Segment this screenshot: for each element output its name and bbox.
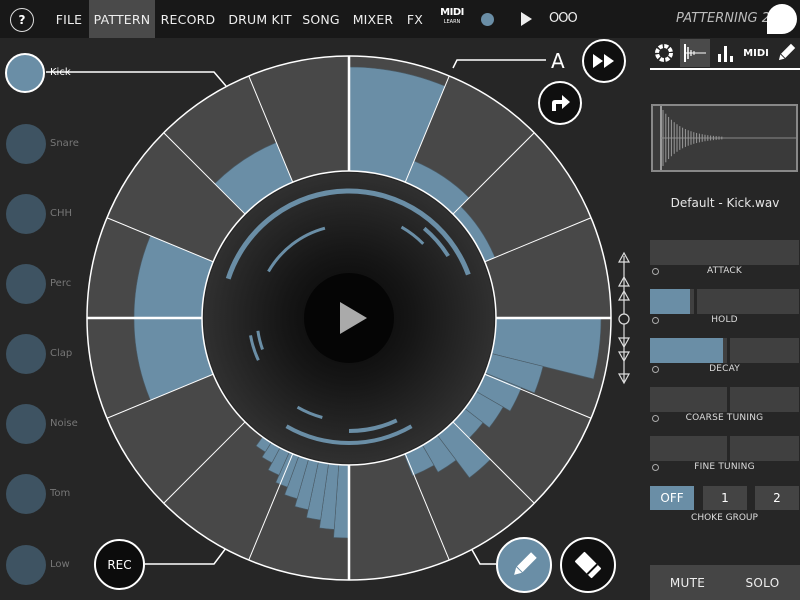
attack-slider[interactable] [650, 240, 799, 265]
midi-icon: MIDI [743, 47, 769, 59]
hold-label: HOLD [711, 315, 738, 325]
solo-button[interactable]: SOLO [725, 565, 800, 600]
tabs-underline [650, 68, 800, 70]
waveform-display[interactable] [651, 104, 798, 172]
coarse-tuning-slider[interactable] [650, 387, 799, 412]
waveform-tab[interactable] [680, 39, 710, 67]
choke-off-button[interactable]: OFF [650, 486, 694, 510]
decay-slider-divider [727, 338, 730, 363]
midi-tab[interactable]: MIDI [741, 39, 771, 67]
choke-2-button[interactable]: 2 [755, 486, 799, 510]
fast-forward-icon [593, 54, 614, 68]
pattern-connector-line [452, 59, 546, 69]
eraser-icon [574, 551, 602, 579]
waveform-icon [684, 44, 706, 62]
choke-1-button[interactable]: 1 [703, 486, 747, 510]
attack-label: ATTACK [707, 266, 742, 276]
decay-slider[interactable] [650, 338, 799, 363]
decay-fill [650, 338, 723, 363]
hold-fill [650, 289, 691, 314]
ring-icon [655, 44, 673, 62]
pencil-icon [778, 43, 796, 61]
pencil-tool-button[interactable] [496, 537, 552, 593]
pencil-connector-line [470, 547, 496, 565]
pattern-label: A [551, 49, 565, 73]
pencil-icon [514, 552, 537, 575]
rec-connector-line [145, 547, 227, 565]
ring-tab[interactable] [650, 39, 678, 67]
center-handle-icon[interactable] [618, 313, 630, 325]
edit-tab[interactable] [772, 39, 800, 67]
mute-solo-bar: MUTE SOLO [650, 565, 800, 600]
velocity-nudge-controls[interactable] [612, 248, 642, 388]
hold-slider-divider [694, 289, 697, 314]
coarse-tuning-slider-divider [727, 387, 730, 412]
mute-button[interactable]: MUTE [650, 565, 725, 600]
fine-tuning-slider-divider [727, 436, 730, 461]
next-pattern-button[interactable] [538, 81, 582, 125]
sample-name[interactable]: Default - Kick.wav [650, 196, 800, 210]
eraser-tool-button[interactable] [560, 537, 616, 593]
fine-tuning-slider[interactable] [650, 436, 799, 461]
choke-group-label: CHOKE GROUP [691, 513, 758, 523]
curved-arrow-icon [552, 95, 570, 111]
sound-tabs: MIDI [650, 39, 800, 67]
coarse-tuning-label: COARSE TUNING [685, 413, 764, 423]
bars-tab[interactable] [712, 39, 740, 67]
bars-icon [718, 46, 733, 62]
decay-label: DECAY [709, 364, 740, 374]
fine-tuning-label: FINE TUNING [694, 462, 755, 472]
fast-forward-button[interactable] [582, 39, 626, 83]
hold-slider[interactable] [650, 289, 799, 314]
waveform-graph [660, 106, 796, 170]
kick-connector-line [46, 71, 227, 87]
rec-button[interactable]: REC [94, 539, 145, 590]
